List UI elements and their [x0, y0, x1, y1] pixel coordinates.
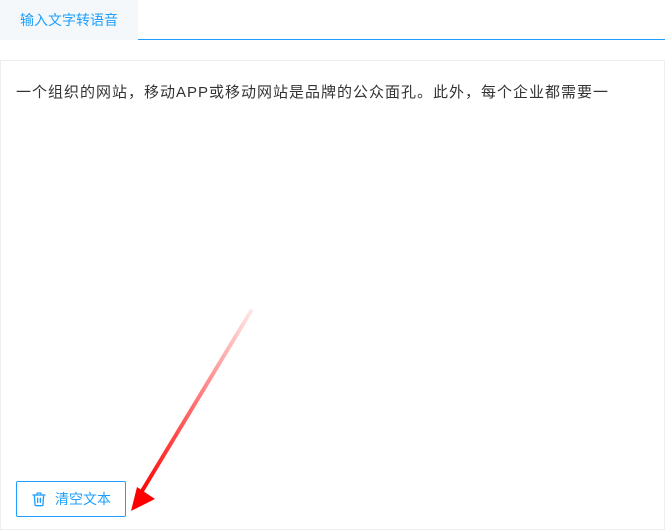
tab-text-to-speech[interactable]: 输入文字转语音 [0, 0, 138, 40]
editor-panel: 一个组织的网站，移动APP或移动网站是品牌的公众面孔。此外，每个企业都需要一 清… [0, 60, 665, 530]
editor-text: 一个组织的网站，移动APP或移动网站是品牌的公众面孔。此外，每个企业都需要一 [16, 84, 609, 101]
text-input-area[interactable]: 一个组织的网站，移动APP或移动网站是品牌的公众面孔。此外，每个企业都需要一 [1, 61, 664, 125]
clear-button-label: 清空文本 [55, 489, 111, 509]
tabs-bar: 输入文字转语音 [0, 0, 665, 40]
annotation-arrow [111, 301, 271, 521]
clear-text-button[interactable]: 清空文本 [16, 481, 126, 517]
trash-icon [31, 491, 47, 507]
tab-label: 输入文字转语音 [20, 12, 118, 28]
